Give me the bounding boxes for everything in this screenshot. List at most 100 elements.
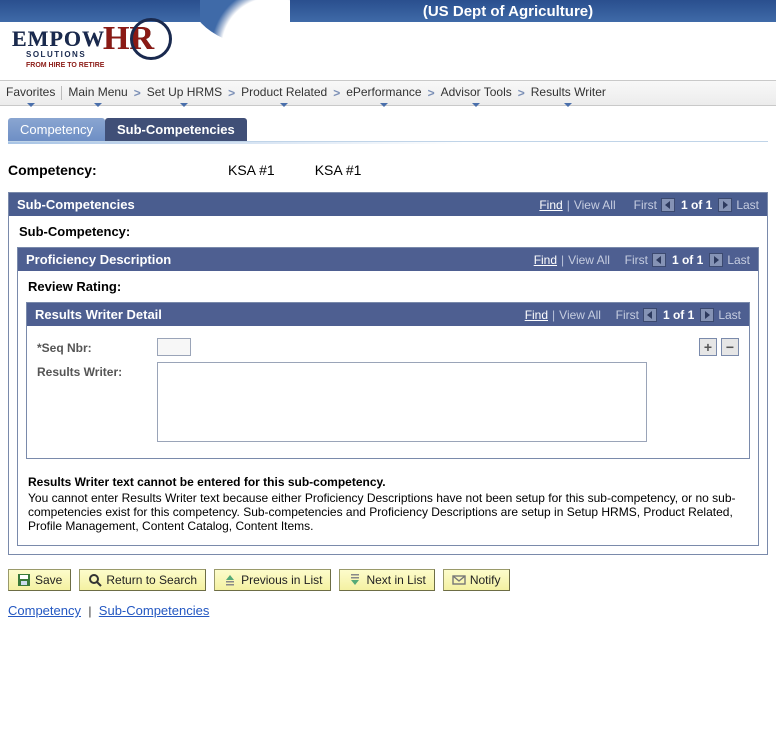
notify-label: Notify: [470, 573, 501, 587]
prev-button[interactable]: [661, 198, 675, 212]
crumb-label: Main Menu: [68, 85, 127, 99]
results-writer-textarea[interactable]: [157, 362, 647, 442]
results-writer-detail-title: Results Writer Detail: [35, 307, 525, 322]
results-writer-form: *Seq Nbr: + − Results Writer:: [27, 326, 749, 458]
plus-icon: +: [704, 339, 712, 355]
notify-button[interactable]: Notify: [443, 569, 510, 591]
seq-nbr-input[interactable]: [157, 338, 191, 356]
action-button-row: Save Return to Search Previous in List N…: [8, 569, 768, 591]
logo: EMPOW HR SOLUTIONS FROM HIRE TO RETIRE: [12, 6, 202, 72]
competency-code: KSA #1: [228, 162, 275, 178]
results-writer-row: Results Writer:: [37, 362, 739, 442]
add-row-button[interactable]: +: [699, 338, 717, 356]
arrow-right-icon: [703, 311, 711, 319]
results-writer-detail-panel: Results Writer Detail Find | View All Fi…: [26, 302, 750, 459]
arrow-up-list-icon: [223, 573, 237, 587]
crumb-setup-hrms[interactable]: Set Up HRMS: [147, 85, 222, 101]
first-label: First: [625, 253, 648, 267]
next-button[interactable]: [718, 198, 732, 212]
next-in-list-button[interactable]: Next in List: [339, 569, 434, 591]
record-counter: 1 of 1: [663, 308, 694, 322]
proficiency-header: Proficiency Description Find | View All …: [18, 248, 758, 271]
return-to-search-button[interactable]: Return to Search: [79, 569, 206, 591]
header-swoop: [200, 0, 290, 60]
add-remove-controls: + −: [699, 338, 739, 356]
results-writer-detail-header: Results Writer Detail Find | View All Fi…: [27, 303, 749, 326]
view-all-link[interactable]: View All: [574, 198, 616, 212]
competency-label: Competency:: [8, 162, 228, 178]
last-label: Last: [727, 253, 750, 267]
tab-competency[interactable]: Competency: [8, 118, 105, 141]
logo-subtitle-1: SOLUTIONS: [26, 50, 86, 59]
sub-competency-label: Sub-Competency:: [9, 216, 767, 245]
warning-message: Results Writer text cannot be entered fo…: [18, 467, 758, 545]
nav-separator: |: [561, 253, 564, 267]
sub-competencies-link[interactable]: Sub-Competencies: [99, 603, 210, 618]
org-title: (US Dept of Agriculture): [240, 0, 776, 22]
logo-ring-icon: [130, 18, 172, 60]
arrow-down-list-icon: [348, 573, 362, 587]
proficiency-title: Proficiency Description: [26, 252, 534, 267]
first-label: First: [616, 308, 639, 322]
results-writer-label: Results Writer:: [37, 362, 157, 379]
warning-message-body: You cannot enter Results Writer text bec…: [28, 491, 735, 533]
minus-icon: −: [726, 339, 734, 355]
find-link[interactable]: Find: [534, 253, 557, 267]
chevron-down-icon: [180, 103, 188, 107]
next-button[interactable]: [709, 253, 723, 267]
save-icon: [17, 573, 31, 587]
previous-in-list-button[interactable]: Previous in List: [214, 569, 331, 591]
sub-competencies-title: Sub-Competencies: [17, 197, 539, 212]
crumb-label: Results Writer: [531, 85, 606, 99]
find-link[interactable]: Find: [525, 308, 548, 322]
competency-desc: KSA #1: [315, 162, 362, 178]
crumb-results-writer[interactable]: Results Writer: [531, 85, 606, 101]
warning-message-title: Results Writer text cannot be entered fo…: [28, 475, 748, 489]
chevron-right-icon: >: [518, 86, 525, 100]
next-in-list-label: Next in List: [366, 573, 425, 587]
prev-button[interactable]: [652, 253, 666, 267]
chevron-down-icon: [564, 103, 572, 107]
last-label: Last: [718, 308, 741, 322]
page-content: Competency Sub-Competencies Competency: …: [0, 106, 776, 638]
save-button-label: Save: [35, 573, 62, 587]
view-all-link[interactable]: View All: [559, 308, 601, 322]
competency-row: Competency: KSA #1 KSA #1: [8, 162, 768, 178]
next-button[interactable]: [700, 308, 714, 322]
arrow-right-icon: [712, 256, 720, 264]
tab-sub-competencies[interactable]: Sub-Competencies: [105, 118, 247, 141]
return-to-search-label: Return to Search: [106, 573, 197, 587]
crumb-product-related[interactable]: Product Related: [241, 85, 327, 101]
find-link[interactable]: Find: [539, 198, 562, 212]
notify-icon: [452, 573, 466, 587]
proficiency-panel: Proficiency Description Find | View All …: [17, 247, 759, 546]
first-label: First: [634, 198, 657, 212]
arrow-left-icon: [664, 201, 672, 209]
remove-row-button[interactable]: −: [721, 338, 739, 356]
link-separator: |: [88, 604, 91, 618]
sub-competencies-nav: Find | View All First 1 of 1 Last: [539, 198, 759, 212]
save-button[interactable]: Save: [8, 569, 71, 591]
prev-button[interactable]: [643, 308, 657, 322]
arrow-left-icon: [655, 256, 663, 264]
chevron-right-icon: >: [228, 86, 235, 100]
crumb-main-menu[interactable]: Main Menu: [68, 85, 127, 101]
record-counter: 1 of 1: [681, 198, 712, 212]
crumb-favorites[interactable]: Favorites: [6, 85, 55, 101]
chevron-down-icon: [380, 103, 388, 107]
logo-text-empow: EMPOW: [12, 26, 105, 52]
view-all-link[interactable]: View All: [568, 253, 610, 267]
logo-subtitle-2: FROM HIRE TO RETIRE: [26, 62, 104, 69]
chevron-down-icon: [27, 103, 35, 107]
arrow-right-icon: [721, 201, 729, 209]
crumb-label: Set Up HRMS: [147, 85, 222, 99]
competency-link[interactable]: Competency: [8, 603, 81, 618]
crumb-eperformance[interactable]: ePerformance: [346, 85, 421, 101]
chevron-right-icon: >: [428, 86, 435, 100]
proficiency-nav: Find | View All First 1 of 1 Last: [534, 253, 750, 267]
crumb-label: Advisor Tools: [441, 85, 512, 99]
chevron-right-icon: >: [134, 86, 141, 100]
record-counter: 1 of 1: [672, 253, 703, 267]
crumb-advisor-tools[interactable]: Advisor Tools: [441, 85, 512, 101]
seq-nbr-row: *Seq Nbr: + −: [37, 338, 739, 356]
